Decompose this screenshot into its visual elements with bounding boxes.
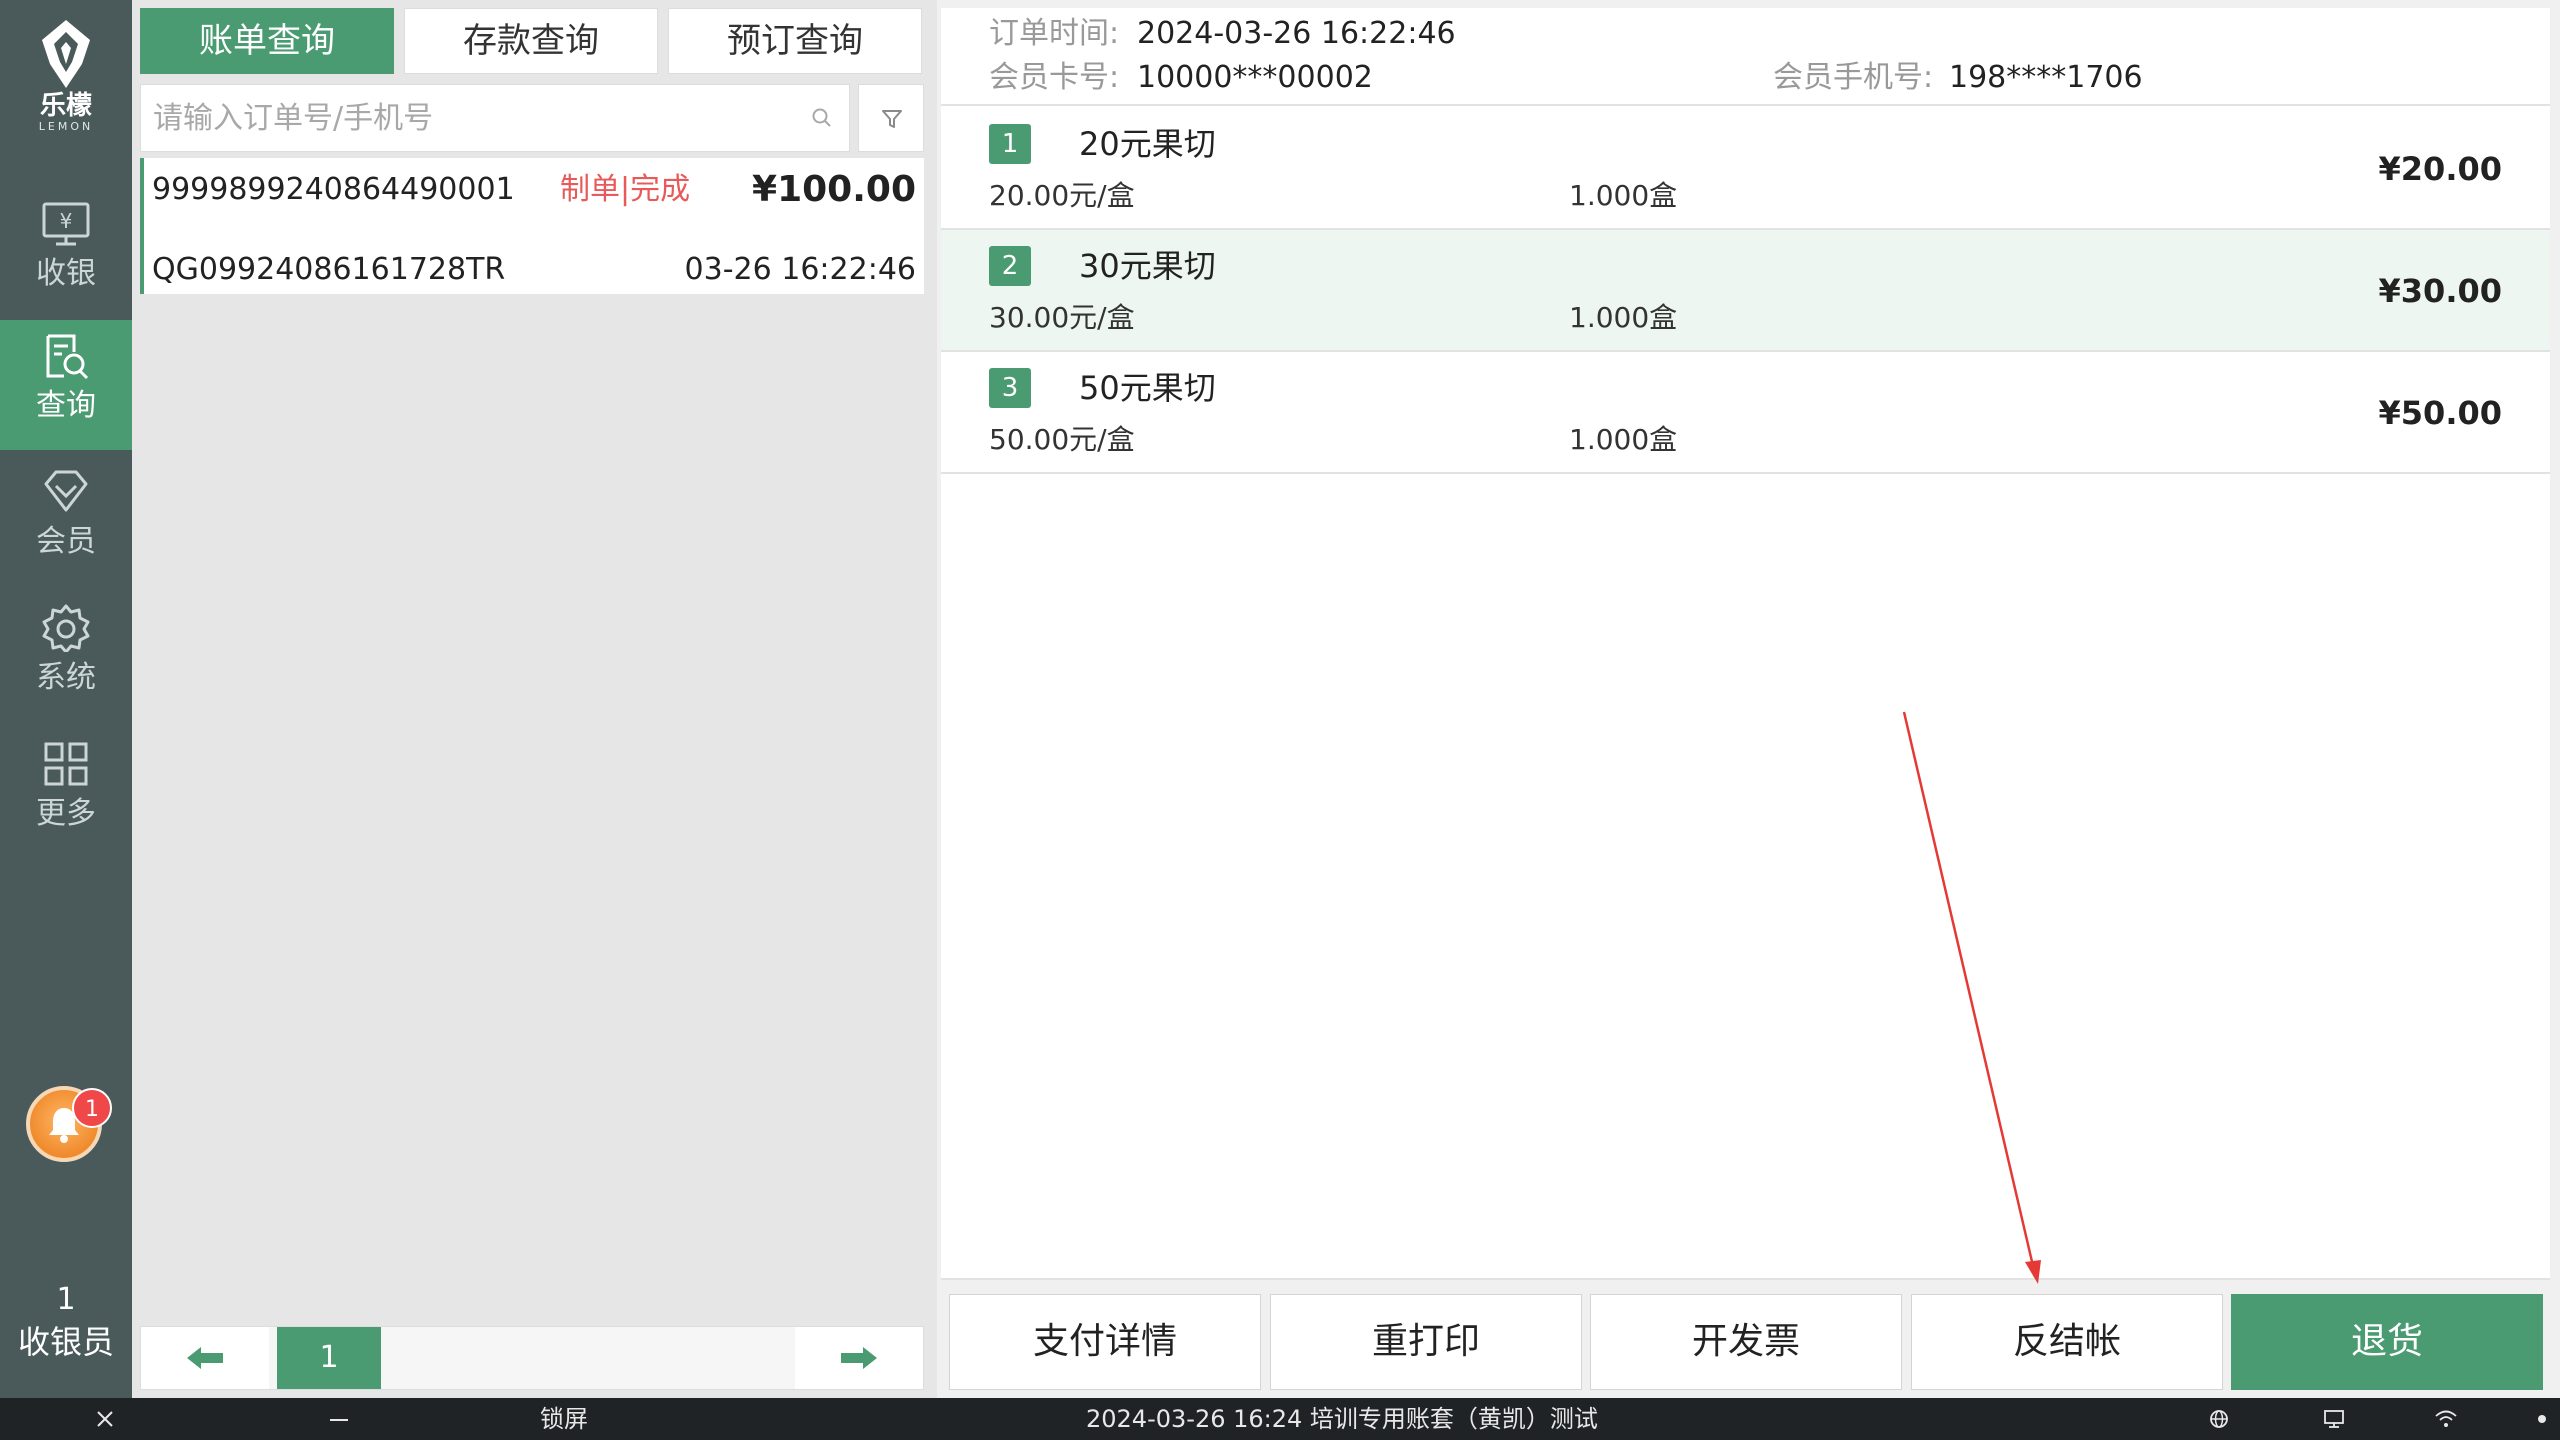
order-number: 9999899240864490001: [152, 172, 515, 207]
nav-label-cashier: 收银: [36, 256, 96, 291]
item-quantity: 1.000盒: [1569, 301, 1678, 334]
minimize-icon[interactable]: [324, 1406, 354, 1432]
item-unit-price: 50.00元/盒: [989, 423, 1135, 456]
member-phone-value: 198****1706: [1949, 60, 2143, 95]
query-icon: [46, 334, 89, 380]
item-name: 50元果切: [1079, 369, 1216, 407]
member-card-value: 10000***00002: [1137, 60, 1373, 95]
tab-bill-query[interactable]: 账单查询: [140, 8, 394, 74]
tab-reservation-query[interactable]: 预订查询: [668, 8, 922, 74]
nav-item-more[interactable]: 更多: [0, 728, 132, 858]
order-detail-panel: 订单时间: 2024-03-26 16:22:46 会员卡号: 10000***…: [941, 8, 2550, 1398]
return-goods-button[interactable]: 退货: [2231, 1294, 2543, 1390]
invoice-button[interactable]: 开发票: [1590, 1294, 1902, 1390]
order-time: 03-26 16:22:46: [684, 252, 916, 287]
member-icon: [44, 470, 88, 512]
filter-icon: [882, 110, 902, 128]
order-item-row[interactable]: 3 50元果切 50.00元/盒 1.000盒 ¥50.00: [941, 352, 2550, 474]
nav-item-settings[interactable]: 系统: [0, 592, 132, 722]
member-phone-label: 会员手机号:: [1773, 60, 1934, 95]
order-card[interactable]: 9999899240864490001 制单|完成 ¥100.00 QG0992…: [140, 158, 924, 294]
order-info: 订单时间: 2024-03-26 16:22:46 会员卡号: 10000***…: [941, 8, 2550, 106]
lemon-logo-icon: [42, 20, 90, 88]
order-item-row[interactable]: 2 30元果切 30.00元/盒 1.000盒 ¥30.00: [941, 230, 2550, 352]
cashier-icon: ¥: [42, 202, 90, 246]
item-unit-price: 20.00元/盒: [989, 179, 1135, 212]
item-name: 20元果切: [1079, 125, 1216, 163]
lock-screen-button[interactable]: 锁屏: [540, 1398, 588, 1440]
order-status: 制单|完成: [560, 172, 691, 207]
settings-icon: [42, 604, 90, 652]
item-quantity: 1.000盒: [1569, 179, 1678, 212]
next-page-button[interactable]: [795, 1327, 923, 1389]
item-total-price: ¥20.00: [2378, 150, 2502, 188]
grid-icon: [44, 742, 88, 786]
logo-text-cn: 乐檬: [39, 91, 92, 121]
current-page[interactable]: 1: [277, 1327, 381, 1389]
arrow-left-icon: [187, 1347, 223, 1369]
item-index: 3: [989, 368, 1031, 408]
reverse-checkout-button[interactable]: 反结帐: [1911, 1294, 2223, 1390]
member-card-label: 会员卡号:: [989, 60, 1120, 95]
order-list-panel: 账单查询 存款查询 预订查询 9999899240864490001 制单|完成…: [132, 0, 937, 1398]
action-bar: 支付详情 重打印 开发票 反结帐 退货: [941, 1278, 2550, 1398]
status-dot-icon: [2538, 1415, 2546, 1423]
cashier-role-label: 收银员: [17, 1323, 114, 1361]
order-code: QG09924086161728TR: [152, 252, 506, 287]
order-item-row[interactable]: 1 20元果切 20.00元/盒 1.000盒 ¥20.00: [941, 108, 2550, 230]
nav-item-cashier[interactable]: ¥ 收银: [0, 188, 132, 318]
globe-icon[interactable]: [2208, 1408, 2230, 1430]
nav-label-member: 会员: [36, 524, 96, 559]
nav-item-query[interactable]: 查询: [0, 320, 132, 450]
status-info-text: 2024-03-26 16:24 培训专用账套（黄凯）测试: [1086, 1405, 1598, 1433]
item-quantity: 1.000盒: [1569, 423, 1678, 456]
item-index: 2: [989, 246, 1031, 286]
order-amount: ¥100.00: [752, 169, 916, 210]
arrow-right-icon: [841, 1347, 877, 1369]
pagination: 1: [140, 1326, 924, 1390]
reprint-button[interactable]: 重打印: [1270, 1294, 1582, 1390]
payment-details-button[interactable]: 支付详情: [949, 1294, 1261, 1390]
cashier-number: 1: [56, 1282, 76, 1317]
wifi-icon[interactable]: [2434, 1408, 2458, 1430]
svg-text:¥: ¥: [60, 209, 73, 233]
status-bar: 锁屏 2024-03-26 16:24 培训专用账套（黄凯）测试: [0, 1398, 2560, 1440]
search-input[interactable]: [141, 85, 781, 151]
order-time-label: 订单时间:: [989, 16, 1120, 51]
notification-count-badge: 1: [72, 1088, 112, 1128]
search-icon[interactable]: [811, 107, 833, 129]
nav-item-member[interactable]: 会员: [0, 456, 132, 586]
brand-logo: 乐檬 LEMON: [0, 14, 132, 144]
nav-label-query: 查询: [36, 388, 96, 423]
close-icon[interactable]: [90, 1406, 120, 1432]
prev-page-button[interactable]: [141, 1327, 269, 1389]
item-index: 1: [989, 124, 1031, 164]
item-total-price: ¥50.00: [2378, 394, 2502, 432]
logo-text-en: LEMON: [38, 120, 94, 133]
tab-deposit-query[interactable]: 存款查询: [404, 8, 658, 74]
item-name: 30元果切: [1079, 247, 1216, 285]
nav-label-settings: 系统: [36, 660, 96, 695]
monitor-icon[interactable]: [2322, 1408, 2346, 1430]
filter-button[interactable]: [858, 84, 924, 152]
item-unit-price: 30.00元/盒: [989, 301, 1135, 334]
sidebar: 乐檬 LEMON ¥ 收银 查询 会员 系统 更多 1 1 收银员: [0, 0, 132, 1398]
nav-label-more: 更多: [36, 796, 96, 831]
item-total-price: ¥30.00: [2378, 272, 2502, 310]
order-time-value: 2024-03-26 16:22:46: [1137, 16, 1456, 51]
search-box: [140, 84, 850, 152]
